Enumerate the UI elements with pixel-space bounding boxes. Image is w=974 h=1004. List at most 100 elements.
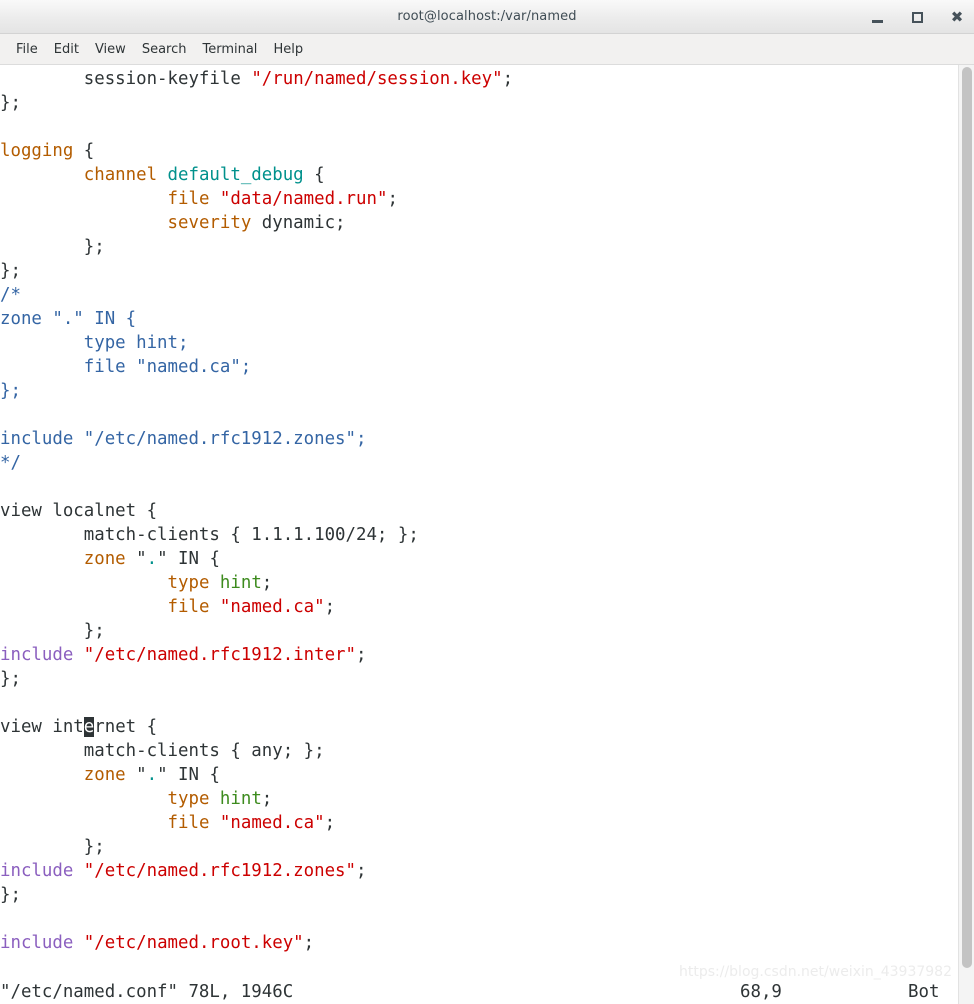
code-token: hint: [219, 789, 262, 809]
editor-line: };: [0, 619, 513, 643]
maximize-icon: [911, 11, 923, 23]
code-token: default_debug: [167, 165, 304, 185]
code-token: ;: [261, 573, 273, 593]
code-token: };: [0, 381, 21, 401]
code-token: "/run/named/session.key": [251, 69, 503, 89]
code-token: {: [73, 141, 95, 161]
code-token: view localnet {: [0, 501, 158, 521]
code-token: zone: [83, 765, 126, 785]
editor-line: severity dynamic;: [0, 211, 513, 235]
code-token: "/etc/named.root.key": [83, 933, 304, 953]
code-token: match-clients { 1.1.1.100/24; };: [0, 525, 419, 545]
menu-bar: File Edit View Search Terminal Help: [0, 34, 974, 65]
editor-line: match-clients { 1.1.1.100/24; };: [0, 523, 513, 547]
code-token: */: [0, 453, 21, 473]
editor-line: file "data/named.run";: [0, 187, 513, 211]
code-token: type hint;: [0, 333, 189, 353]
code-token: channel: [83, 165, 158, 185]
editor-line: zone "." IN {: [0, 307, 513, 331]
code-token: "named.ca": [219, 597, 325, 617]
editor-line: };: [0, 835, 513, 859]
editor-line: file "named.ca";: [0, 595, 513, 619]
editor-line: include "/etc/named.root.key";: [0, 931, 513, 955]
code-token: {: [303, 165, 325, 185]
editor-line: include "/etc/named.rfc1912.inter";: [0, 643, 513, 667]
code-token: ;: [502, 69, 514, 89]
vim-buffer[interactable]: session-keyfile "/run/named/session.key"…: [0, 67, 513, 979]
menu-item-terminal[interactable]: Terminal: [194, 39, 265, 60]
terminal-screen[interactable]: session-keyfile "/run/named/session.key"…: [0, 65, 958, 1004]
menu-item-file[interactable]: File: [8, 39, 46, 60]
code-token: file: [167, 189, 210, 209]
code-token: };: [0, 669, 21, 689]
code-token: };: [0, 837, 105, 857]
code-token: zone "." IN {: [0, 309, 137, 329]
code-token: "/etc/named.rfc1912.zones": [83, 861, 357, 881]
menu-item-help[interactable]: Help: [265, 39, 311, 60]
vim-status-line: "/etc/named.conf" 78L, 1946C 68,9 Bot: [0, 980, 958, 1004]
code-token: ;: [356, 645, 367, 665]
code-token: type: [167, 573, 210, 593]
close-button[interactable]: ✖: [948, 8, 966, 26]
code-token: match-clients { any; };: [0, 741, 325, 761]
code-token: };: [0, 885, 21, 905]
editor-line: view localnet {: [0, 499, 513, 523]
code-token: file "named.ca";: [0, 357, 252, 377]
terminal-scrollbar[interactable]: [958, 65, 974, 1004]
code-token: ;: [261, 789, 273, 809]
minimize-button[interactable]: [868, 8, 886, 26]
code-token: };: [0, 261, 21, 281]
code-token: include "/etc/named.rfc1912.zones";: [0, 429, 367, 449]
editor-line: include "/etc/named.rfc1912.zones";: [0, 427, 513, 451]
terminal-window: root@localhost:/var/named ✖ File Edit Vi…: [0, 0, 974, 1004]
title-bar: root@localhost:/var/named ✖: [0, 0, 974, 34]
code-token: ;: [303, 933, 315, 953]
editor-line: logging {: [0, 139, 513, 163]
editor-line: file "named.ca";: [0, 355, 513, 379]
editor-line: channel default_debug {: [0, 163, 513, 187]
minimize-icon: [871, 19, 883, 23]
menu-item-edit[interactable]: Edit: [46, 39, 87, 60]
menu-item-search[interactable]: Search: [134, 39, 195, 60]
code-token: file: [167, 597, 210, 617]
text-cursor: e: [83, 717, 95, 737]
maximize-button[interactable]: [908, 8, 926, 26]
terminal-area: session-keyfile "/run/named/session.key"…: [0, 65, 974, 1004]
editor-line: match-clients { any; };: [0, 739, 513, 763]
menu-item-view[interactable]: View: [87, 39, 134, 60]
editor-line: };: [0, 91, 513, 115]
editor-line: zone "." IN {: [0, 547, 513, 571]
editor-line: };: [0, 667, 513, 691]
scrollbar-thumb[interactable]: [962, 67, 972, 968]
status-scroll-position: Bot: [908, 982, 940, 1002]
code-token: " IN {: [157, 549, 220, 569]
code-token: severity: [167, 213, 252, 233]
code-token: .: [146, 549, 158, 569]
code-token: };: [0, 621, 105, 641]
editor-line: session-keyfile "/run/named/session.key"…: [0, 67, 513, 91]
code-token: ;: [387, 189, 398, 209]
window-controls: ✖: [868, 0, 966, 34]
code-token: rnet {: [94, 717, 158, 737]
editor-line: include "/etc/named.rfc1912.zones";: [0, 859, 513, 883]
code-token: ": [125, 765, 147, 785]
editor-line: type hint;: [0, 571, 513, 595]
watermark: https://blog.csdn.net/weixin_43937982: [678, 964, 952, 980]
code-token: "data/named.run": [219, 189, 388, 209]
editor-line: */: [0, 451, 513, 475]
code-token: view int: [0, 717, 84, 737]
